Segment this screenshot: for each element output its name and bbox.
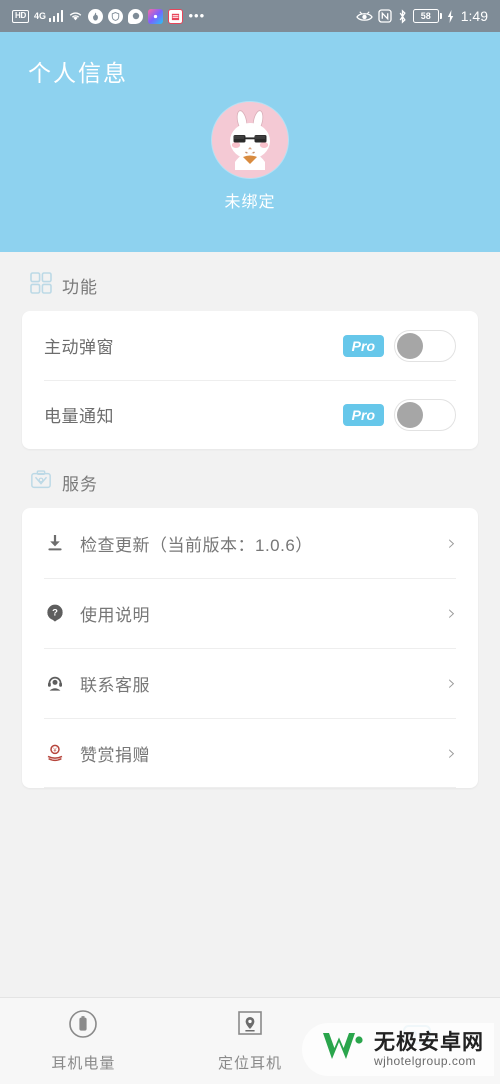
- rabbit-sunglasses-avatar[interactable]: [212, 102, 288, 178]
- nav-item-earbuds-case[interactable]: [333, 1024, 500, 1059]
- service-badge-icon: [30, 469, 52, 496]
- donate-hand-coin-icon: ￥: [44, 744, 66, 762]
- battery-indicator: 58: [412, 9, 442, 23]
- service-row-contact-support[interactable]: 联系客服 ›: [44, 648, 456, 718]
- location-pin-icon: [235, 1009, 265, 1044]
- status-bar: HD 4G ••• 58 1:49: [0, 0, 500, 32]
- row-active-popup[interactable]: 主动弹窗 Pro: [44, 311, 456, 380]
- pro-badge-active-popup: Pro: [342, 334, 384, 357]
- shield-app-icon: [108, 8, 124, 24]
- nav-item-headphone-battery[interactable]: 耳机电量: [0, 1009, 167, 1073]
- service-label-check-update: 检查更新（当前版本：1.0.6）: [80, 535, 313, 555]
- service-row-donate[interactable]: ￥ 赞赏捐赠 ›: [44, 718, 456, 788]
- functions-section-label: 功能: [62, 278, 98, 297]
- service-label-instructions: 使用说明: [80, 605, 150, 625]
- nav-label-headphone-battery: 耳机电量: [51, 1055, 116, 1072]
- service-label-donate: 赞赏捐赠: [80, 745, 150, 765]
- grid-icon: [30, 272, 52, 299]
- status-bar-right: 58 1:49: [355, 8, 488, 24]
- service-label-contact-support: 联系客服: [80, 675, 150, 695]
- toggle-active-popup[interactable]: [394, 329, 456, 362]
- chevron-right-icon: ›: [447, 600, 456, 625]
- calendar-app-icon: [168, 8, 184, 24]
- overflow-dots-icon: •••: [188, 8, 206, 23]
- question-mark-icon: ?: [44, 604, 66, 622]
- toggle-knob: [397, 401, 423, 428]
- services-section-label: 服务: [62, 475, 98, 494]
- services-section-header: 服务: [0, 449, 500, 508]
- toggle-battery-notify[interactable]: [394, 398, 456, 431]
- battery-tip: [439, 13, 442, 19]
- functions-section-header: 功能: [0, 252, 500, 311]
- customer-service-icon: [44, 674, 66, 692]
- services-card: 检查更新（当前版本：1.0.6） › ? 使用说明 › 联系客服 › ￥ 赞赏捐…: [22, 508, 478, 788]
- service-row-instructions[interactable]: ? 使用说明 ›: [44, 578, 456, 648]
- download-icon: [44, 534, 66, 552]
- message-app-icon: [128, 8, 144, 24]
- toggle-knob: [397, 332, 423, 359]
- clock: 1:49: [460, 8, 488, 24]
- pro-badge-battery-notify: Pro: [342, 403, 384, 426]
- status-bar-left: HD 4G •••: [12, 8, 206, 24]
- main-content: 功能 主动弹窗 Pro 电量通知 Pro 服务 检查更新（当前版本：1.0.6）…: [0, 252, 500, 804]
- profile-header: 个人信息 未绑定: [0, 32, 500, 252]
- hd-icon: HD: [12, 9, 29, 23]
- phone-screen: HD 4G ••• 58 1:49 个人信息 未绑定 功能 主动弹窗 Pro 电…: [0, 0, 500, 1084]
- 4g-icon: 4G: [33, 11, 46, 21]
- page-title: 个人信息: [28, 60, 128, 86]
- service-row-check-update[interactable]: 检查更新（当前版本：1.0.6） ›: [44, 508, 456, 578]
- charging-bolt-icon: [447, 9, 454, 23]
- chevron-right-icon: ›: [447, 530, 456, 555]
- earbuds-case-icon: [402, 1024, 432, 1051]
- row-battery-notify[interactable]: 电量通知 Pro: [44, 380, 456, 449]
- nav-label-locate-headphone: 定位耳机: [218, 1055, 283, 1072]
- functions-card: 主动弹窗 Pro 电量通知 Pro: [22, 311, 478, 449]
- eye-care-icon: [355, 10, 373, 23]
- chevron-right-icon: ›: [447, 740, 456, 765]
- battery-level: 58: [412, 9, 439, 23]
- wifi-icon: [68, 10, 83, 22]
- battery-circle-icon: [68, 1009, 98, 1044]
- svg-text:￥: ￥: [52, 747, 57, 754]
- bind-status-label: 未绑定: [224, 194, 276, 211]
- avatar-block[interactable]: 未绑定: [212, 102, 288, 212]
- bottom-navigation: 耳机电量 定位耳机: [0, 997, 500, 1084]
- svg-text:?: ?: [52, 608, 58, 619]
- nav-item-locate-headphone[interactable]: 定位耳机: [167, 1009, 334, 1073]
- fire-app-icon: [88, 8, 104, 24]
- nfc-icon: [378, 9, 392, 23]
- row-label-battery-notify: 电量通知: [44, 407, 114, 426]
- photos-app-icon: [148, 8, 164, 24]
- chevron-right-icon: ›: [447, 670, 456, 695]
- row-label-active-popup: 主动弹窗: [44, 338, 114, 357]
- bluetooth-icon: [397, 8, 408, 24]
- signal-bars-icon: [48, 10, 64, 22]
